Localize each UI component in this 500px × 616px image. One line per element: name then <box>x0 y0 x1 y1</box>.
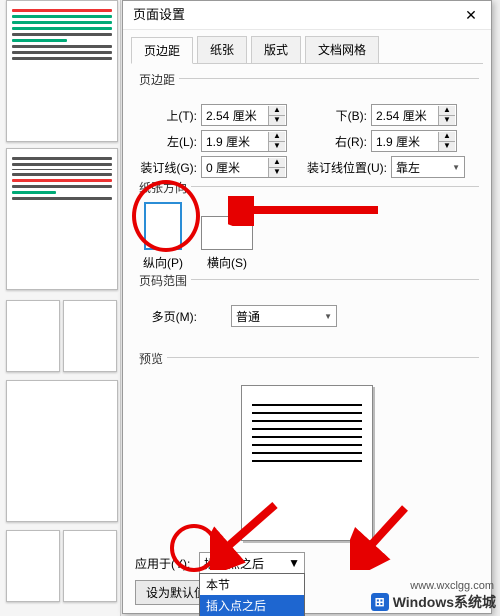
page-thumb[interactable] <box>6 380 118 522</box>
top-margin-field[interactable] <box>202 106 268 124</box>
dialog-titlebar: 页面设置 ✕ <box>123 1 491 30</box>
apply-to-value: 插入点之后 <box>204 555 264 572</box>
watermark-text: Windows系统城 <box>393 592 496 612</box>
bottom-margin-input[interactable]: ▲▼ <box>371 104 457 126</box>
apply-to-select[interactable]: 插入点之后 ▼ 本节 插入点之后 <box>199 552 305 574</box>
windows-icon: ⊞ <box>371 593 389 611</box>
spin-up-icon[interactable]: ▲ <box>439 132 455 142</box>
gutter-pos-label: 装订线位置(U): <box>305 159 391 176</box>
tab-strip: 页边距 纸张 版式 文档网格 <box>131 36 483 64</box>
top-margin-input[interactable]: ▲▼ <box>201 104 287 126</box>
dialog-title: 页面设置 <box>133 7 185 22</box>
tab-paper[interactable]: 纸张 <box>197 36 247 63</box>
multi-page-select[interactable]: 普通 ▼ <box>231 305 337 327</box>
right-margin-field[interactable] <box>372 132 438 150</box>
margins-heading: 页边距 <box>135 71 179 88</box>
preview-page <box>241 385 373 541</box>
chevron-down-icon: ▼ <box>452 163 460 172</box>
thumbnail-panel <box>0 0 121 616</box>
spin-up-icon[interactable]: ▲ <box>269 158 285 168</box>
orientation-portrait[interactable]: 纵向(P) <box>143 202 183 271</box>
orientation-landscape[interactable]: 横向(S) <box>201 216 253 271</box>
right-margin-input[interactable]: ▲▼ <box>371 130 457 152</box>
apply-to-label: 应用于(Y): <box>135 555 199 572</box>
spin-up-icon[interactable]: ▲ <box>269 106 285 116</box>
page-setup-dialog: 页面设置 ✕ 页边距 纸张 版式 文档网格 页边距 上(T): ▲▼ 下(B): <box>122 0 492 614</box>
spin-down-icon[interactable]: ▼ <box>269 116 285 125</box>
portrait-label: 纵向(P) <box>143 254 183 271</box>
gutter-input[interactable]: ▲▼ <box>201 156 287 178</box>
gutter-label: 装订线(G): <box>135 159 201 176</box>
spin-down-icon[interactable]: ▼ <box>439 116 455 125</box>
gutter-field[interactable] <box>202 158 268 176</box>
spin-down-icon[interactable]: ▼ <box>439 142 455 151</box>
chevron-down-icon: ▼ <box>324 312 332 321</box>
multi-page-value: 普通 <box>236 308 260 325</box>
apply-option-selected[interactable]: 插入点之后 <box>200 595 304 616</box>
apply-to-dropdown: 本节 插入点之后 <box>199 573 305 616</box>
orientation-heading: 纸张方向 <box>135 179 191 196</box>
page-thumb[interactable] <box>63 530 117 602</box>
pages-heading: 页码范围 <box>135 272 191 289</box>
spin-up-icon[interactable]: ▲ <box>439 106 455 116</box>
bottom-margin-field[interactable] <box>372 106 438 124</box>
gutter-pos-select[interactable]: 靠左 ▼ <box>391 156 465 178</box>
tab-layout[interactable]: 版式 <box>251 36 301 63</box>
watermark-url: www.wxclgg.com <box>410 580 494 592</box>
page-thumb[interactable] <box>6 0 118 142</box>
page-thumb[interactable] <box>6 300 60 372</box>
top-margin-label: 上(T): <box>135 107 201 124</box>
tab-margins[interactable]: 页边距 <box>131 37 193 64</box>
chevron-down-icon: ▼ <box>288 556 300 570</box>
multi-page-label: 多页(M): <box>135 308 201 325</box>
set-default-label: 设为默认值 <box>146 586 206 600</box>
right-margin-label: 右(R): <box>305 133 371 150</box>
spin-up-icon[interactable]: ▲ <box>269 132 285 142</box>
apply-option[interactable]: 本节 <box>200 574 304 595</box>
spin-down-icon[interactable]: ▼ <box>269 142 285 151</box>
watermark: ⊞ Windows系统城 <box>371 592 496 612</box>
left-margin-input[interactable]: ▲▼ <box>201 130 287 152</box>
landscape-label: 横向(S) <box>207 254 247 271</box>
spin-down-icon[interactable]: ▼ <box>269 168 285 177</box>
page-thumb[interactable] <box>6 530 60 602</box>
left-margin-label: 左(L): <box>135 133 201 150</box>
tab-grid[interactable]: 文档网格 <box>305 36 379 63</box>
page-thumb[interactable] <box>63 300 117 372</box>
page-thumb[interactable] <box>6 148 118 290</box>
bottom-margin-label: 下(B): <box>305 107 371 124</box>
left-margin-field[interactable] <box>202 132 268 150</box>
close-button[interactable]: ✕ <box>451 1 491 29</box>
gutter-pos-value: 靠左 <box>396 159 420 176</box>
preview-heading: 预览 <box>135 350 167 367</box>
